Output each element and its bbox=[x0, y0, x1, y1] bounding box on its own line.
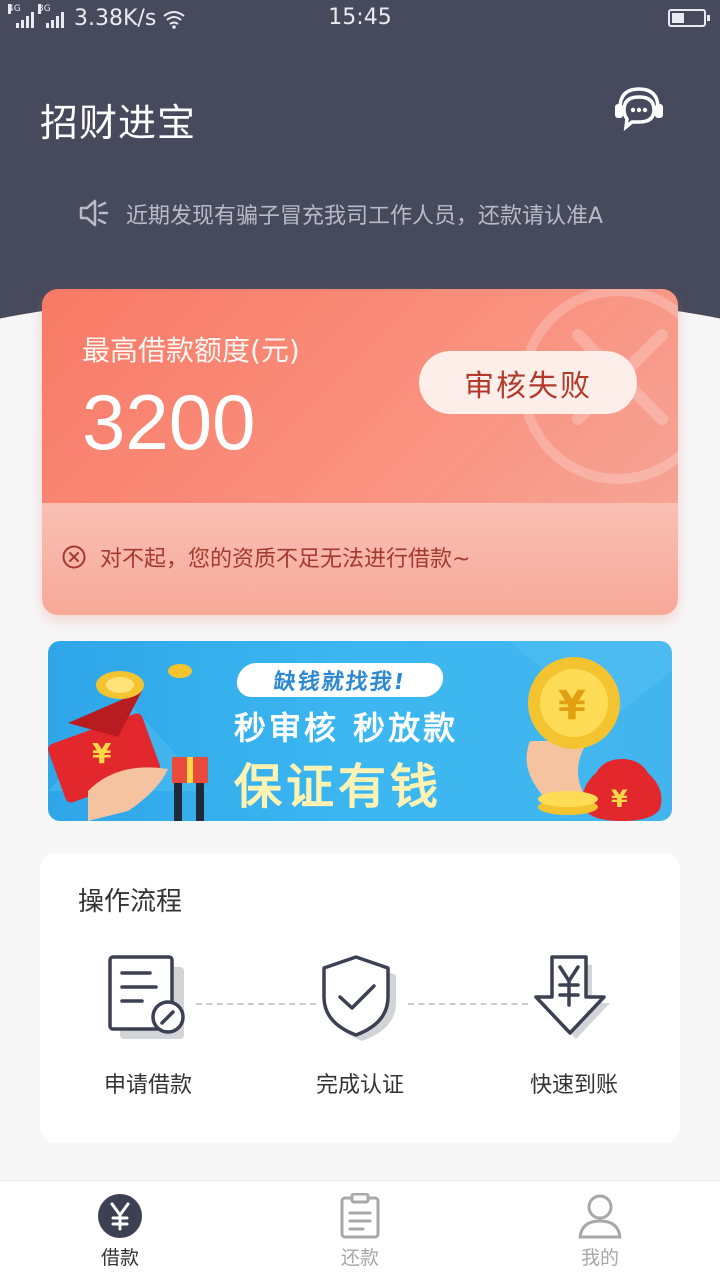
process-step-apply: 申请借款 bbox=[58, 953, 238, 1099]
review-status-badge[interactable]: 审核失败 bbox=[419, 351, 637, 414]
process-step-label: 完成认证 bbox=[315, 1073, 404, 1098]
document-edit-icon bbox=[108, 955, 185, 1039]
credit-limit-label: 最高借款额度(元) bbox=[82, 334, 300, 367]
process-step-receive: 快速到账 bbox=[484, 953, 664, 1099]
promo-banner[interactable]: ¥ ¥ ¥ 缺钱就找我! 秒审核 秒放款 保证有钱 bbox=[48, 641, 672, 821]
customer-service-icon[interactable] bbox=[612, 84, 666, 132]
tab-label: 我的 bbox=[580, 1247, 619, 1269]
tab-mine[interactable]: 我的 bbox=[540, 1193, 660, 1270]
svg-text:¥: ¥ bbox=[611, 785, 628, 813]
bottom-navigation: 借款 还款 我的 bbox=[0, 1180, 720, 1280]
process-step-label: 申请借款 bbox=[103, 1073, 192, 1098]
banner-tag: 缺钱就找我! bbox=[234, 663, 446, 697]
tab-label: 还款 bbox=[340, 1247, 379, 1269]
shield-check-icon bbox=[322, 955, 396, 1041]
reject-message: 对不起，您的资质不足无法进行借款~ bbox=[62, 541, 470, 573]
svg-text:¥: ¥ bbox=[558, 683, 586, 729]
tab-label: 借款 bbox=[100, 1247, 139, 1269]
user-icon bbox=[578, 1194, 622, 1239]
clock: 15:45 bbox=[328, 5, 392, 30]
yuan-download-icon bbox=[534, 955, 610, 1039]
banner-headline: 秒审核 秒放款 bbox=[234, 709, 459, 747]
yuan-circle-icon bbox=[98, 1194, 142, 1238]
battery-icon bbox=[668, 9, 710, 27]
credit-limit-amount: 3200 bbox=[82, 378, 256, 466]
close-circle-icon bbox=[62, 545, 86, 569]
clipboard-icon bbox=[340, 1193, 380, 1239]
banner-slogan: 保证有钱 bbox=[234, 759, 443, 815]
process-step-verify: 完成认证 bbox=[270, 953, 450, 1099]
speaker-icon bbox=[79, 199, 109, 227]
tab-loan[interactable]: 借款 bbox=[60, 1193, 180, 1270]
notice-text: 近期发现有骗子冒充我司工作人员，还款请认准A bbox=[126, 204, 604, 229]
svg-text:¥: ¥ bbox=[92, 737, 112, 770]
credit-limit-card: 最高借款额度(元) 3200 审核失败 对不起，您的资质不足无法进行借款~ bbox=[42, 289, 678, 615]
process-title: 操作流程 bbox=[78, 887, 183, 917]
reject-message-text: 对不起，您的资质不足无法进行借款~ bbox=[100, 547, 471, 572]
tab-repay[interactable]: 还款 bbox=[300, 1193, 420, 1270]
notice-marquee[interactable]: 近期发现有骗子冒充我司工作人员，还款请认准A bbox=[78, 196, 648, 232]
process-step-label: 快速到账 bbox=[529, 1073, 618, 1098]
header-background bbox=[0, 0, 720, 335]
status-bar: 4G 3G 3.38K/s 15:45 bbox=[0, 0, 720, 36]
page-title: 招财进宝 bbox=[40, 101, 197, 145]
app-screen: 4G 3G 3.38K/s 15:45 招财进宝 近期发现有骗子冒充我司工作人员… bbox=[0, 0, 720, 1280]
process-section: 操作流程 申请借款 完成认证 快速到账 bbox=[40, 853, 680, 1143]
